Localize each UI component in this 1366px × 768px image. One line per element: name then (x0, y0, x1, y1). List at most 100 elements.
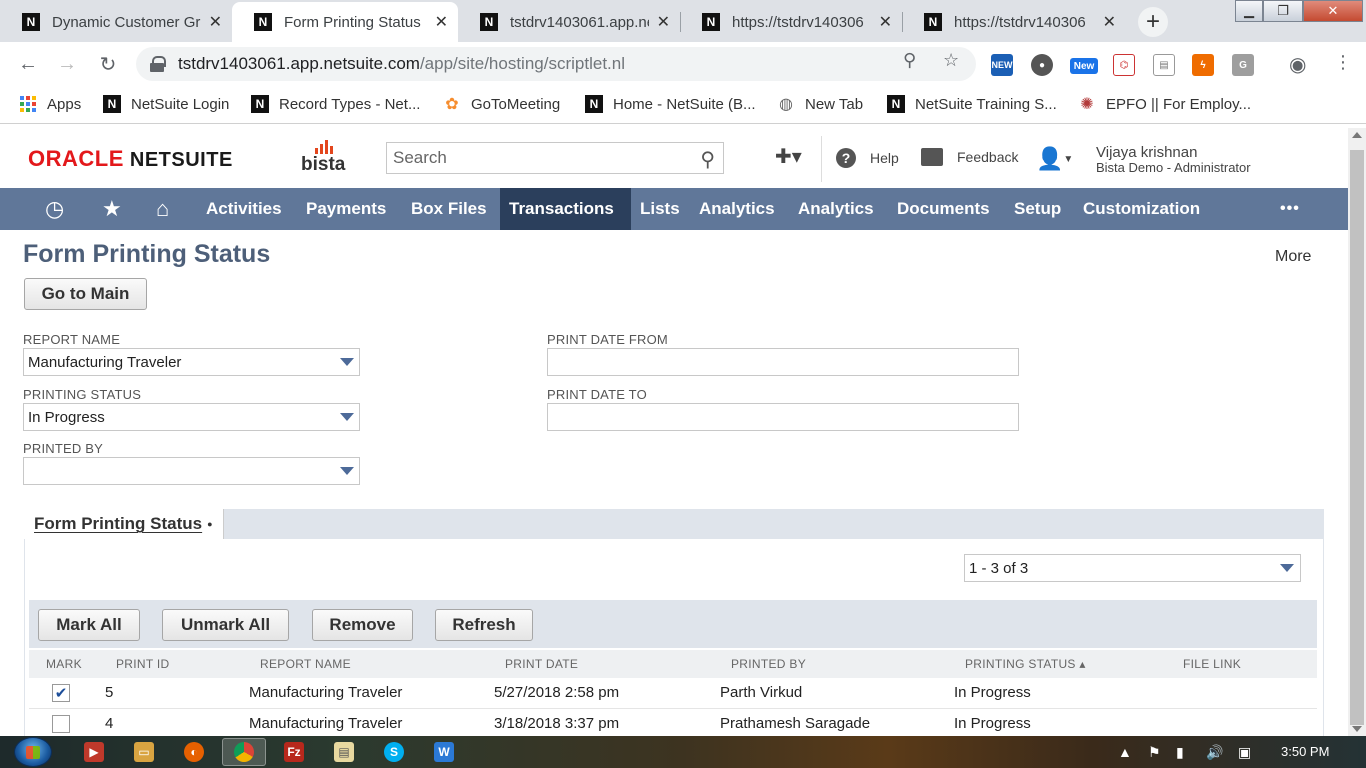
col-print-date[interactable]: PRINT DATE (505, 657, 578, 671)
user-avatar-icon[interactable]: 👤 ▼ (1036, 146, 1073, 172)
scrollbar-thumb[interactable] (1350, 150, 1364, 725)
back-icon[interactable]: ← (15, 51, 41, 77)
nav-lists[interactable]: Lists (631, 188, 689, 230)
profile-icon[interactable]: ◉ (1289, 52, 1306, 77)
more-link[interactable]: More (1275, 248, 1311, 266)
forward-icon[interactable]: → (54, 51, 80, 77)
close-icon[interactable]: ✕ (209, 12, 222, 32)
mark-checkbox[interactable] (52, 715, 70, 733)
nav-activities[interactable]: Activities (197, 188, 291, 230)
taskbar-filezilla[interactable]: Fz (272, 738, 316, 766)
col-file-link[interactable]: FILE LINK (1183, 657, 1241, 671)
close-icon[interactable]: ✕ (435, 12, 448, 32)
nav-payments[interactable]: Payments (297, 188, 395, 230)
recent-records-icon[interactable]: ◷ (45, 188, 64, 230)
bookmark-netsuite-login[interactable]: N NetSuite Login (103, 95, 229, 113)
network-icon[interactable]: ▣ (1238, 744, 1251, 761)
nav-transactions[interactable]: Transactions (500, 188, 631, 230)
close-window-button[interactable]: ✕ (1303, 0, 1363, 22)
search-icon[interactable]: ⚲ (700, 147, 715, 172)
taskbar-skype[interactable]: S (372, 738, 416, 766)
tray-expand-icon[interactable]: ▲ (1118, 744, 1132, 760)
news-extension-icon[interactable]: NEW (991, 54, 1013, 76)
taskbar-word[interactable]: W (422, 738, 466, 766)
global-search-input[interactable]: Search ⚲ (386, 142, 724, 174)
nav-box-files[interactable]: Box Files (402, 188, 496, 230)
create-new-icon[interactable]: ✚▾ (775, 144, 802, 169)
oracle-netsuite-logo[interactable]: ORACLE NETSUITE (28, 146, 233, 172)
nav-analytics[interactable]: Analytics (690, 188, 784, 230)
minimize-button[interactable]: ▁ (1235, 0, 1263, 22)
mark-all-button[interactable]: Mark All (38, 609, 140, 641)
pdf-page-extension-icon[interactable]: ▤ (1153, 54, 1175, 76)
bookmark-star-icon[interactable]: ☆ (943, 50, 959, 71)
col-mark[interactable]: MARK (46, 657, 82, 671)
extension-icon-orange[interactable]: ϟ (1192, 54, 1214, 76)
printing-status-select[interactable]: In Progress (23, 403, 360, 431)
pagination-select[interactable]: 1 - 3 of 3 (964, 554, 1301, 582)
taskbar-firefox[interactable]: ◐ (172, 738, 216, 766)
help-link[interactable]: ? Help (836, 148, 899, 168)
browser-tab[interactable]: N https://tstdrv140306 ✕ (680, 2, 902, 42)
col-printed-by[interactable]: PRINTED BY (731, 657, 806, 671)
taskbar-clock[interactable]: 3:50 PM (1281, 744, 1329, 759)
tab-form-printing-status[interactable]: Form Printing Status ● (24, 509, 224, 539)
start-button[interactable] (14, 737, 52, 767)
user-name[interactable]: Vijaya krishnan (1096, 145, 1197, 160)
browser-tab[interactable]: N Dynamic Customer Gr ✕ (0, 2, 232, 42)
zoom-icon[interactable]: ⚲ (903, 50, 916, 71)
battery-icon[interactable]: ▮ (1176, 744, 1184, 761)
col-report-name[interactable]: REPORT NAME (260, 657, 351, 671)
bookmark-record-types[interactable]: N Record Types - Net... (251, 95, 420, 113)
col-printing-status[interactable]: PRINTING STATUS ▴ (965, 657, 1086, 671)
nav-customization[interactable]: Customization (1074, 188, 1209, 230)
bookmark-new-tab[interactable]: ◍ New Tab (777, 95, 863, 114)
vertical-scrollbar[interactable] (1348, 128, 1366, 736)
bookmark-netsuite-training[interactable]: N NetSuite Training S... (887, 95, 1057, 113)
bookmark-epfo[interactable]: ✺ EPFO || For Employ... (1078, 95, 1251, 114)
new-tab-button[interactable]: + (1138, 7, 1168, 37)
nav-more-icon[interactable]: ••• (1271, 188, 1309, 230)
col-print-id[interactable]: PRINT ID (116, 657, 170, 671)
taskbar-chrome[interactable] (222, 738, 266, 766)
taskbar-media-player[interactable]: ▶ (72, 738, 116, 766)
reload-icon[interactable]: ↻ (95, 51, 121, 77)
scroll-down-arrow-icon[interactable] (1352, 726, 1362, 732)
bookmark-apps[interactable]: Apps (19, 95, 81, 113)
remove-button[interactable]: Remove (312, 609, 413, 641)
close-icon[interactable]: ✕ (657, 12, 670, 32)
report-name-select[interactable]: Manufacturing Traveler (23, 348, 360, 376)
browser-tab[interactable]: N https://tstdrv140306 ✕ (902, 2, 1126, 42)
taskbar-notes[interactable]: ▤ (322, 738, 366, 766)
pdf-extension-icon[interactable]: ⌬ (1113, 54, 1135, 76)
extension-icon-g[interactable]: G (1232, 54, 1254, 76)
nav-analytics-2[interactable]: Analytics (789, 188, 883, 230)
scroll-up-arrow-icon[interactable] (1352, 132, 1362, 138)
nav-documents[interactable]: Documents (888, 188, 999, 230)
action-center-flag-icon[interactable]: ⚑ (1148, 744, 1161, 761)
address-bar[interactable]: tstdrv1403061.app.netsuite.com/app/site/… (136, 47, 976, 81)
go-to-main-button[interactable]: Go to Main (24, 278, 147, 310)
browser-tab-active[interactable]: N Form Printing Status ✕ (232, 2, 458, 42)
menu-kebab-icon[interactable]: ⋮ (1334, 52, 1352, 73)
refresh-button[interactable]: Refresh (435, 609, 533, 641)
browser-tab[interactable]: N tstdrv1403061.app.ne ✕ (458, 2, 680, 42)
printed-by-select[interactable] (23, 457, 360, 485)
unmark-all-button[interactable]: Unmark All (162, 609, 289, 641)
close-icon[interactable]: ✕ (1103, 12, 1116, 32)
mark-checkbox-checked[interactable]: ✔ (52, 684, 70, 702)
nav-setup[interactable]: Setup (1005, 188, 1070, 230)
new-badge-extension-icon[interactable]: New (1070, 58, 1098, 74)
feedback-link[interactable]: Feedback (921, 148, 1018, 166)
close-icon[interactable]: ✕ (879, 12, 892, 32)
volume-icon[interactable]: 🔊 (1206, 744, 1223, 761)
extension-icon[interactable]: ● (1031, 54, 1053, 76)
home-icon[interactable]: ⌂ (156, 188, 169, 230)
bookmark-gotomeeting[interactable]: ✿ GoToMeeting (443, 95, 560, 114)
print-date-from-input[interactable] (547, 348, 1019, 376)
print-date-to-input[interactable] (547, 403, 1019, 431)
favorites-star-icon[interactable]: ★ (102, 188, 122, 230)
restore-button[interactable]: ❐ (1263, 0, 1303, 22)
taskbar-explorer[interactable]: ▭ (122, 738, 166, 766)
bookmark-home-netsuite[interactable]: N Home - NetSuite (B... (585, 95, 756, 113)
